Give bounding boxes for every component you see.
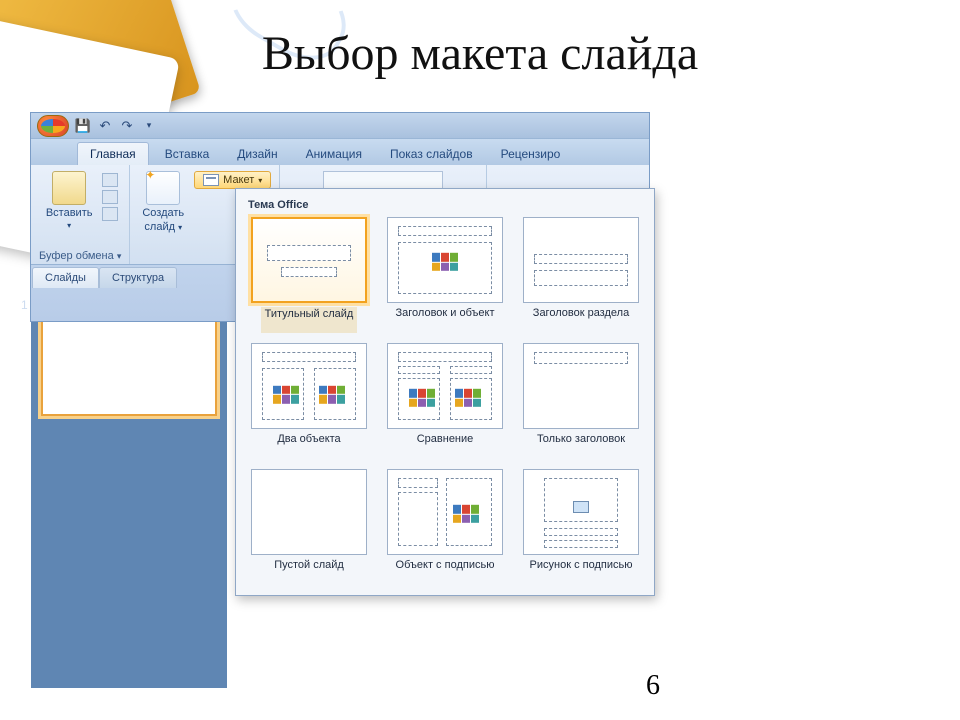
redo-icon[interactable]: ↷ <box>119 118 135 134</box>
content-placeholder-icon <box>455 389 481 407</box>
tab-review[interactable]: Рецензиро <box>489 143 573 165</box>
office-button[interactable] <box>37 115 69 137</box>
paste-label: Вставить <box>46 207 93 219</box>
font-name-field[interactable] <box>323 171 443 189</box>
content-placeholder-icon <box>319 386 345 404</box>
tab-animation[interactable]: Анимация <box>294 143 374 165</box>
slide-thumb-number: 1 <box>21 298 28 312</box>
layout-option-content-caption[interactable]: Объект с подписью <box>382 469 508 585</box>
qat-dropdown-icon[interactable]: ▾ <box>141 118 157 134</box>
tab-design[interactable]: Дизайн <box>225 143 289 165</box>
clipboard-small-buttons <box>102 169 118 221</box>
layout-option-blank[interactable]: Пустой слайд <box>246 469 372 585</box>
layout-option-section-header[interactable]: Заголовок раздела <box>518 217 644 333</box>
layout-label: Титульный слайд <box>261 307 358 333</box>
ribbon-tabs: Главная Вставка Дизайн Анимация Показ сл… <box>31 139 649 165</box>
slide-page-number: 6 <box>646 670 660 702</box>
layout-label: Пустой слайд <box>274 559 344 585</box>
undo-icon[interactable]: ↶ <box>97 118 113 134</box>
quick-access-toolbar: 💾 ↶ ↷ ▾ <box>31 113 649 139</box>
panel-tab-slides[interactable]: Слайды <box>32 267 99 288</box>
layout-label: Два объекта <box>277 433 340 459</box>
layout-button-label: Макет <box>223 174 254 186</box>
chevron-down-icon: ▾ <box>258 176 262 185</box>
layout-option-title-slide[interactable]: Титульный слайд <box>246 217 372 333</box>
layout-button[interactable]: Макет ▾ <box>194 171 271 189</box>
copy-icon[interactable] <box>102 190 118 204</box>
paste-button[interactable]: Вставить ▾ <box>42 169 97 232</box>
layout-label: Рисунок с подписью <box>530 559 633 585</box>
panel-tab-outline[interactable]: Структура <box>99 267 177 288</box>
content-placeholder-icon <box>273 386 299 404</box>
layout-gallery-panel: Тема Office Титульный слайд Заголовок и … <box>235 188 655 596</box>
group-label-clipboard: Буфер обмена ▾ <box>39 248 121 262</box>
save-icon[interactable]: 💾 <box>75 118 91 134</box>
layout-panel-header: Тема Office <box>242 195 648 217</box>
tab-home[interactable]: Главная <box>77 142 149 165</box>
layout-label: Только заголовок <box>537 433 625 459</box>
layout-option-two-content[interactable]: Два объекта <box>246 343 372 459</box>
tab-slideshow[interactable]: Показ слайдов <box>378 143 485 165</box>
layout-option-comparison[interactable]: Сравнение <box>382 343 508 459</box>
layout-option-picture-caption[interactable]: Рисунок с подписью <box>518 469 644 585</box>
group-clipboard: Вставить ▾ Буфер обмена ▾ <box>31 165 130 264</box>
chevron-down-icon: ▾ <box>67 221 71 230</box>
picture-placeholder-icon <box>573 501 589 513</box>
layout-label: Сравнение <box>417 433 474 459</box>
page-title: Выбор макета слайда <box>0 26 960 81</box>
layout-option-title-content[interactable]: Заголовок и объект <box>382 217 508 333</box>
clipboard-icon <box>52 171 86 205</box>
new-slide-button[interactable]: Создать слайд ▾ <box>138 169 188 235</box>
slides-panel-tabs: Слайды Структура <box>32 267 177 288</box>
layout-label: Заголовок и объект <box>396 307 495 333</box>
tab-insert[interactable]: Вставка <box>153 143 222 165</box>
content-placeholder-icon <box>453 505 479 523</box>
layout-label: Заголовок раздела <box>533 307 629 333</box>
slide-thumbnail-rail: 1 <box>31 288 227 688</box>
layout-option-title-only[interactable]: Только заголовок <box>518 343 644 459</box>
new-slide-label1: Создать <box>142 207 184 219</box>
layout-mini-thumb-icon <box>203 174 219 186</box>
new-slide-icon <box>146 171 180 205</box>
content-placeholder-icon <box>432 253 458 271</box>
new-slide-label2: слайд ▾ <box>144 221 182 233</box>
layout-label: Объект с подписью <box>396 559 495 585</box>
cut-icon[interactable] <box>102 173 118 187</box>
format-painter-icon[interactable] <box>102 207 118 221</box>
content-placeholder-icon <box>409 389 435 407</box>
